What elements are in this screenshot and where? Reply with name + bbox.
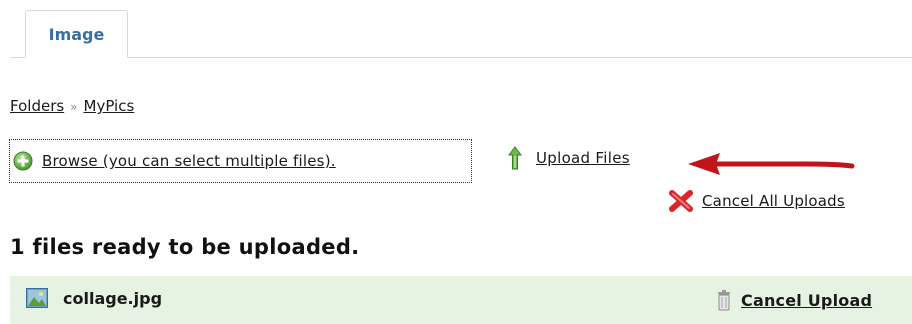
browse-files-label: Browse (you can select multiple files). [42,152,336,170]
tab-strip-baseline [10,57,912,58]
cancel-all-uploads-button[interactable]: Cancel All Uploads [668,189,845,213]
cancel-upload-button[interactable]: Cancel Upload [717,289,872,311]
cancel-upload-label: Cancel Upload [741,290,873,310]
breadcrumb-mypics-link[interactable]: MyPics [84,97,135,115]
add-circle-icon [13,151,33,171]
upload-files-button[interactable]: Upload Files [508,146,630,170]
cancel-all-uploads-label: Cancel All Uploads [702,192,845,210]
upload-arrow-icon [508,146,522,170]
upload-queue-heading: 1 files ready to be uploaded. [10,235,360,259]
red-annotation-arrow-icon [688,153,855,175]
trash-can-icon [717,289,731,311]
file-name: collage.jpg [63,289,163,308]
browse-files-button[interactable]: Browse (you can select multiple files). [9,139,472,183]
breadcrumb: Folders » MyPics [10,96,134,117]
file-list-item: collage.jpg Cancel Upload [10,276,912,324]
image-file-icon [26,288,48,308]
breadcrumb-folders-link[interactable]: Folders [10,97,64,115]
tab-image[interactable]: Image [25,10,128,58]
upload-files-label: Upload Files [536,149,630,167]
red-x-icon [668,189,694,213]
breadcrumb-separator: » [70,100,78,114]
